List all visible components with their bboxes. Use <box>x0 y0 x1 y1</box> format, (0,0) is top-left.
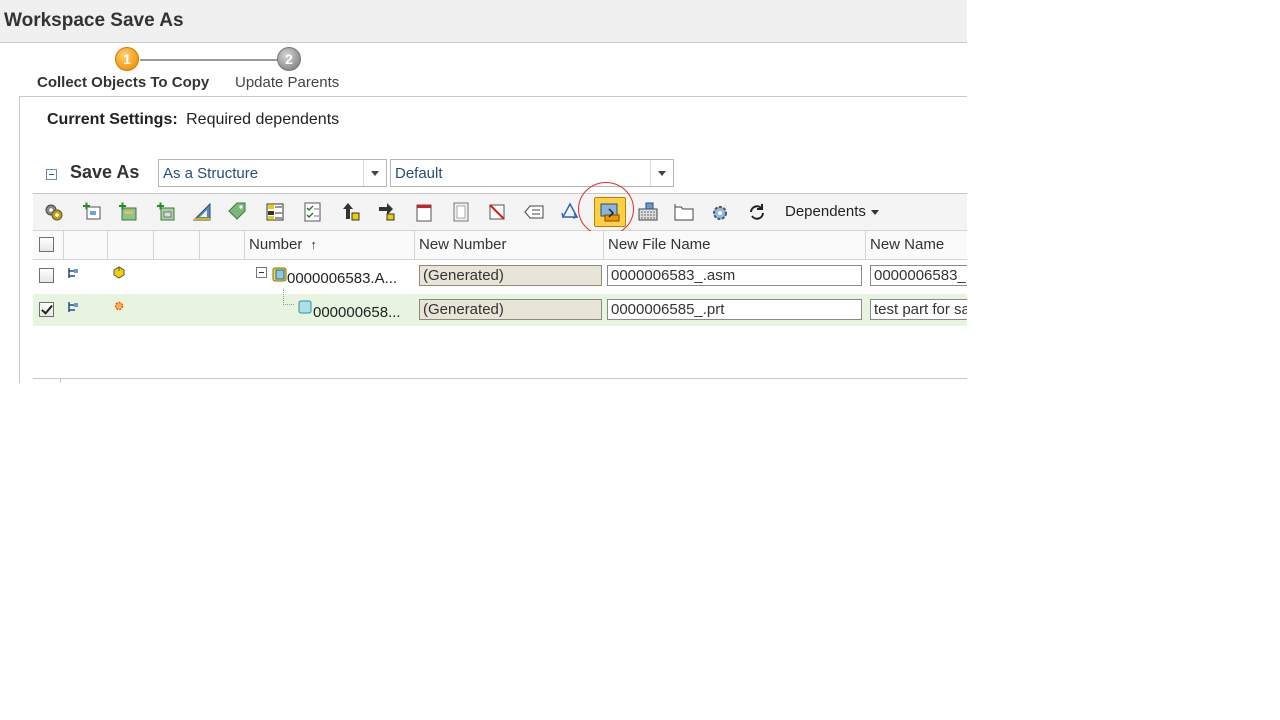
move-right-icon[interactable] <box>376 201 398 223</box>
structure-select-value: As a Structure <box>163 165 259 182</box>
table-footer <box>33 378 967 383</box>
new-number-field[interactable]: (Generated) <box>419 265 602 286</box>
part-status-icon <box>114 301 124 311</box>
list-icon[interactable] <box>523 201 545 223</box>
header-structure[interactable] <box>64 231 108 259</box>
header-new-file-name[interactable]: New File Name <box>604 231 866 259</box>
checklist-icon[interactable] <box>302 201 324 223</box>
document-frame-icon[interactable] <box>450 201 472 223</box>
tree-connector <box>283 289 294 305</box>
current-settings: Current Settings: Required dependents <box>47 111 339 129</box>
new-file-name-input[interactable]: 0000006585_.prt <box>607 299 862 320</box>
folder-icon[interactable] <box>673 201 695 223</box>
table-header: Number ↑ New Number New File Name New Nam… <box>33 231 967 260</box>
chevron-down-icon <box>870 209 879 215</box>
part-icon <box>298 300 312 314</box>
header-number[interactable]: Number ↑ <box>245 231 415 259</box>
new-name-input[interactable]: 0000006583_ <box>870 265 967 286</box>
structure-icon <box>68 302 78 312</box>
header-number-label: Number <box>249 236 303 253</box>
dependents-label: Dependents <box>785 203 866 220</box>
table-grid-icon[interactable] <box>264 201 286 223</box>
assembly-icon <box>272 267 287 282</box>
select-all-checkbox[interactable] <box>39 237 54 252</box>
select-all-cell <box>33 231 64 259</box>
row-checkbox[interactable] <box>39 302 54 317</box>
tree-collapse-icon[interactable] <box>256 267 267 278</box>
new-file-name-input[interactable]: 0000006583_.asm <box>607 265 862 286</box>
keyboard-icon[interactable] <box>637 201 659 223</box>
header-type[interactable] <box>154 231 200 259</box>
step-2-indicator[interactable]: 2 <box>277 47 301 71</box>
window-title: Workspace Save As <box>4 10 184 31</box>
triangle-ruler-icon[interactable] <box>191 201 213 223</box>
new-name-input[interactable]: test part for sa <box>870 299 967 320</box>
header-info[interactable] <box>200 231 245 259</box>
save-as-row: Save As As a Structure Default <box>20 157 967 189</box>
row-number[interactable]: 0000006583.A... <box>287 270 397 287</box>
option-select-value: Default <box>395 165 443 182</box>
gear-multi-icon[interactable] <box>43 201 65 223</box>
workspace-save-as-window: Workspace Save As 1 2 Collect Objects To… <box>0 0 967 383</box>
structure-select[interactable]: As a Structure <box>158 159 387 187</box>
objects-table: Dependents Number ↑ New Number New File N… <box>33 182 967 383</box>
collapse-icon[interactable] <box>46 169 57 180</box>
move-up-icon[interactable] <box>340 201 362 223</box>
table-toolbar: Dependents <box>33 182 967 236</box>
row-checkbox[interactable] <box>39 268 54 283</box>
assembly-status-icon <box>113 266 125 279</box>
option-select[interactable]: Default <box>390 159 674 187</box>
current-settings-value: Required dependents <box>186 111 340 128</box>
header-new-name[interactable]: New Name <box>866 231 967 259</box>
recycle-icon[interactable] <box>559 201 581 223</box>
table-row[interactable]: 000000658... (Generated) 0000006585_.prt… <box>33 289 967 326</box>
structure-icon <box>68 268 78 278</box>
dependents-menu[interactable]: Dependents <box>785 203 879 220</box>
main-panel: Current Settings: Required dependents Sa… <box>19 96 967 383</box>
add-related-icon[interactable] <box>117 201 139 223</box>
add-structure-icon[interactable] <box>155 201 177 223</box>
horizontal-scrollbar[interactable] <box>60 379 967 383</box>
wizard-steps: 1 2 Collect Objects To Copy Update Paren… <box>0 44 400 96</box>
save-as-label: Save As <box>70 162 140 182</box>
chevron-down-icon[interactable] <box>363 160 386 186</box>
header-new-number[interactable]: New Number <box>415 231 604 259</box>
page-icon[interactable] <box>413 201 435 223</box>
add-object-icon[interactable] <box>81 201 103 223</box>
sort-ascending-icon: ↑ <box>310 237 317 252</box>
settings-gear-icon[interactable] <box>709 201 731 223</box>
table-row[interactable]: 0000006583.A... (Generated) 0000006583_.… <box>33 260 967 292</box>
refresh-icon[interactable] <box>746 201 768 223</box>
tag-icon[interactable] <box>227 201 249 223</box>
chevron-down-icon[interactable] <box>650 160 673 186</box>
current-settings-label: Current Settings: <box>47 111 178 128</box>
save-as-active-icon[interactable] <box>594 197 626 227</box>
remove-icon[interactable] <box>486 201 508 223</box>
header-status[interactable] <box>108 231 154 259</box>
title-bar: Workspace Save As <box>0 0 967 43</box>
step-2-label[interactable]: Update Parents <box>235 74 339 91</box>
step-1-label[interactable]: Collect Objects To Copy <box>37 74 209 91</box>
new-number-field[interactable]: (Generated) <box>419 299 602 320</box>
row-number[interactable]: 000000658... <box>313 304 401 321</box>
step-connector <box>140 59 278 61</box>
step-1-indicator[interactable]: 1 <box>115 47 139 71</box>
